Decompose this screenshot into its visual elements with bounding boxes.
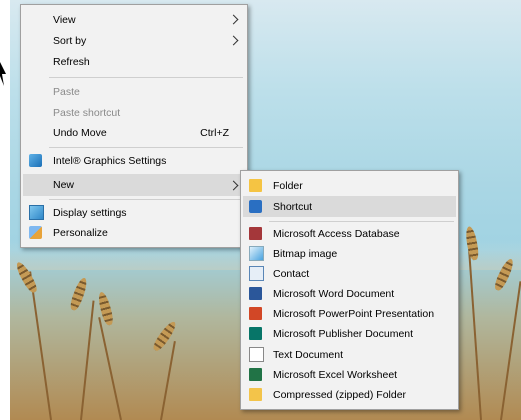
access-icon — [249, 227, 262, 240]
menu-item-label: Paste shortcut — [53, 106, 121, 119]
menu-item-label: Paste — [53, 85, 80, 98]
submenu-item-word-document[interactable]: Microsoft Word Document — [243, 283, 456, 304]
publisher-icon — [249, 327, 262, 340]
submenu-item-label: Shortcut — [273, 200, 313, 213]
menu-item-label: Display settings — [53, 206, 127, 219]
menu-item-undo-move[interactable]: Undo Move Ctrl+Z — [23, 122, 245, 143]
submenu-item-label: Microsoft PowerPoint Presentation — [273, 307, 435, 320]
word-icon — [249, 287, 262, 300]
text-document-icon — [249, 347, 264, 362]
submenu-item-label: Microsoft Excel Worksheet — [273, 368, 398, 381]
submenu-item-label: Bitmap image — [273, 247, 338, 260]
submenu-item-contact[interactable]: Contact — [243, 263, 456, 284]
menu-item-intel-graphics-settings[interactable]: Intel® Graphics Settings — [23, 150, 245, 171]
submenu-item-label: Text Document — [273, 348, 344, 361]
menu-item-refresh[interactable]: Refresh — [23, 51, 245, 72]
zip-folder-icon — [249, 388, 262, 401]
chevron-right-icon — [228, 180, 239, 190]
menu-separator — [49, 147, 243, 148]
personalize-icon — [29, 226, 42, 239]
mouse-cursor-icon — [0, 62, 6, 86]
submenu-item-powerpoint-presentation[interactable]: Microsoft PowerPoint Presentation — [243, 303, 456, 324]
submenu-item-text-document[interactable]: Text Document — [243, 344, 456, 365]
submenu-item-label: Compressed (zipped) Folder — [273, 388, 407, 401]
submenu-item-publisher-document[interactable]: Microsoft Publisher Document — [243, 323, 456, 344]
submenu-item-label: Folder — [273, 179, 303, 192]
submenu-item-compressed-folder[interactable]: Compressed (zipped) Folder — [243, 384, 456, 405]
shortcut-icon — [249, 200, 262, 213]
menu-item-sort-by[interactable]: Sort by — [23, 30, 245, 51]
desktop-context-menu: View Sort by Refresh Paste Paste shortcu… — [20, 4, 248, 248]
submenu-item-shortcut[interactable]: Shortcut — [243, 196, 456, 217]
menu-item-view[interactable]: View — [23, 9, 245, 30]
submenu-item-folder[interactable]: Folder — [243, 175, 456, 196]
submenu-item-label: Microsoft Publisher Document — [273, 327, 414, 340]
submenu-item-excel-worksheet[interactable]: Microsoft Excel Worksheet — [243, 364, 456, 385]
menu-item-label: Undo Move — [53, 126, 107, 139]
chevron-right-icon — [228, 35, 239, 46]
display-icon — [29, 205, 44, 220]
menu-separator — [49, 77, 243, 78]
menu-item-new[interactable]: New — [23, 174, 245, 196]
submenu-item-label: Microsoft Word Document — [273, 287, 395, 300]
menu-item-label: Intel® Graphics Settings — [53, 154, 167, 167]
menu-item-label: View — [53, 13, 76, 26]
menu-item-display-settings[interactable]: Display settings — [23, 202, 245, 223]
powerpoint-icon — [249, 307, 262, 320]
menu-separator — [269, 221, 454, 222]
bitmap-icon — [249, 246, 264, 261]
submenu-item-access-database[interactable]: Microsoft Access Database — [243, 223, 456, 244]
intel-graphics-icon — [29, 154, 42, 167]
menu-item-paste[interactable]: Paste — [23, 81, 245, 102]
new-submenu: Folder Shortcut Microsoft Access Databas… — [240, 170, 459, 410]
submenu-item-bitmap-image[interactable]: Bitmap image — [243, 243, 456, 264]
menu-item-label: Personalize — [53, 226, 108, 239]
chevron-right-icon — [228, 14, 239, 25]
menu-separator — [49, 199, 243, 200]
submenu-item-label: Microsoft Access Database — [273, 227, 400, 240]
menu-item-label: Sort by — [53, 34, 87, 47]
excel-icon — [249, 368, 262, 381]
menu-item-shortcut: Ctrl+Z — [200, 126, 229, 139]
menu-item-label: Refresh — [53, 55, 90, 68]
menu-item-label: New — [53, 179, 75, 191]
folder-icon — [249, 179, 262, 192]
menu-item-personalize[interactable]: Personalize — [23, 222, 245, 243]
menu-item-paste-shortcut[interactable]: Paste shortcut — [23, 102, 245, 123]
contact-icon — [249, 266, 264, 281]
submenu-item-label: Contact — [273, 267, 310, 280]
